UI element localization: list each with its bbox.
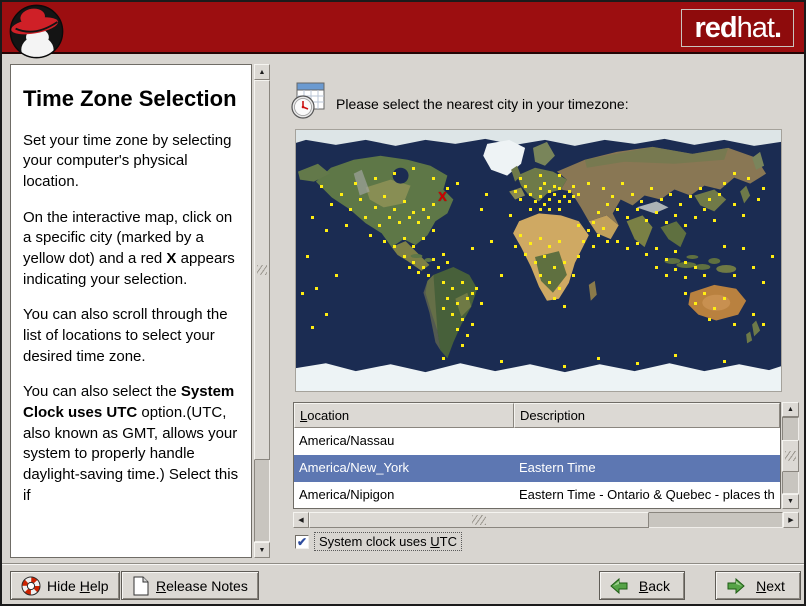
- scroll-down-button[interactable]: ▼: [782, 494, 799, 509]
- utc-checkbox[interactable]: ✔: [295, 534, 309, 549]
- back-button[interactable]: Back: [599, 571, 685, 600]
- help-panel: Time Zone Selection Set your time zone b…: [10, 64, 252, 558]
- thumb-grip: [257, 265, 267, 275]
- help-p4-pre: You can also select the: [23, 383, 181, 401]
- redhat-shadowman-icon: [9, 4, 64, 59]
- scroll-left-button[interactable]: ◀: [293, 512, 309, 528]
- cell-description: [514, 428, 780, 455]
- button-label: Back: [638, 577, 671, 594]
- utc-label-mnemonic: U: [430, 534, 440, 549]
- button-label: Hide Help: [47, 577, 109, 594]
- cell-location: America/Nipigon: [299, 487, 395, 502]
- back-arrow-icon: [610, 577, 628, 594]
- installer-window: red hat. Time Zone Selection Set your tim…: [0, 0, 806, 606]
- table-row-new-york-selected[interactable]: America/New_York Eastern Time: [294, 455, 780, 482]
- city-dots: [296, 130, 781, 391]
- scroll-thumb[interactable]: [254, 80, 270, 460]
- utc-checkbox-row: ✔ System clock uses UTC: [295, 532, 462, 551]
- page-title: Time Zone Selection: [23, 86, 237, 111]
- life-buoy-icon: [21, 576, 41, 595]
- scroll-up-button[interactable]: ▲: [782, 402, 799, 417]
- description-label: Description: [520, 408, 586, 423]
- utc-checkbox-label[interactable]: System clock uses UTC: [314, 532, 462, 551]
- help-paragraph-2: On the interactive map, click on a speci…: [23, 208, 239, 291]
- table-vertical-scrollbar[interactable]: ▲ ▼: [782, 402, 799, 509]
- prompt-text: Please select the nearest city in your t…: [336, 96, 629, 112]
- utc-label-post: TC: [439, 534, 457, 549]
- help-paragraph-1: Set your time zone by selecting your com…: [23, 131, 232, 190]
- brand-bold: red: [694, 11, 737, 44]
- help-paragraph-4: You can also select the System Clock use…: [23, 382, 239, 506]
- redhat-wordmark: red hat.: [681, 9, 794, 47]
- selection-marker: X: [438, 188, 447, 204]
- cell-location: America/Nassau: [299, 433, 395, 448]
- bottom-divider: [2, 563, 804, 565]
- table-header: Location Description: [294, 403, 780, 428]
- utc-label-pre: System clock uses: [319, 534, 431, 549]
- brand-dot: .: [773, 11, 782, 44]
- button-label: Release Notes: [156, 577, 248, 594]
- location-rest: ocation: [307, 408, 350, 423]
- release-notes-button[interactable]: Release Notes: [121, 571, 259, 600]
- world-map[interactable]: X: [295, 129, 782, 392]
- cell-description: Eastern Time: [519, 460, 596, 475]
- scroll-thumb[interactable]: [309, 512, 649, 528]
- thumb-grip: [472, 515, 486, 525]
- help-paragraph-3: You can also scroll through the list of …: [23, 306, 228, 365]
- scroll-right-button[interactable]: ▶: [783, 512, 799, 528]
- cell-location: America/New_York: [299, 460, 410, 475]
- table-horizontal-scrollbar[interactable]: ◀ ▶: [293, 512, 799, 528]
- table-row-nipigon[interactable]: America/Nipigon Eastern Time - Ontario &…: [294, 482, 780, 508]
- thumb-grip: [785, 451, 796, 461]
- document-icon: [133, 576, 149, 595]
- help-scrollbar[interactable]: ▲ ▼: [254, 64, 270, 558]
- scroll-thumb[interactable]: [782, 440, 799, 472]
- next-arrow-icon: [727, 577, 745, 594]
- help-p2-bold: X: [166, 249, 177, 267]
- next-button[interactable]: Next: [715, 571, 801, 600]
- check-icon: ✔: [296, 534, 308, 549]
- scroll-up-button[interactable]: ▲: [254, 64, 270, 80]
- brand-light: hat: [736, 11, 775, 44]
- hide-help-button[interactable]: Hide Help: [10, 571, 120, 600]
- scroll-down-button[interactable]: ▼: [254, 542, 270, 558]
- timezone-table: Location Description America/Nassau Amer…: [293, 402, 781, 509]
- timezone-clock-icon: [291, 82, 325, 119]
- column-header-location[interactable]: Location: [294, 403, 514, 428]
- table-row-nassau[interactable]: America/Nassau: [294, 428, 780, 455]
- button-label: Next: [756, 577, 785, 594]
- column-header-description[interactable]: Description: [514, 403, 780, 428]
- cell-description: Eastern Time - Ontario & Quebec - places…: [519, 487, 775, 502]
